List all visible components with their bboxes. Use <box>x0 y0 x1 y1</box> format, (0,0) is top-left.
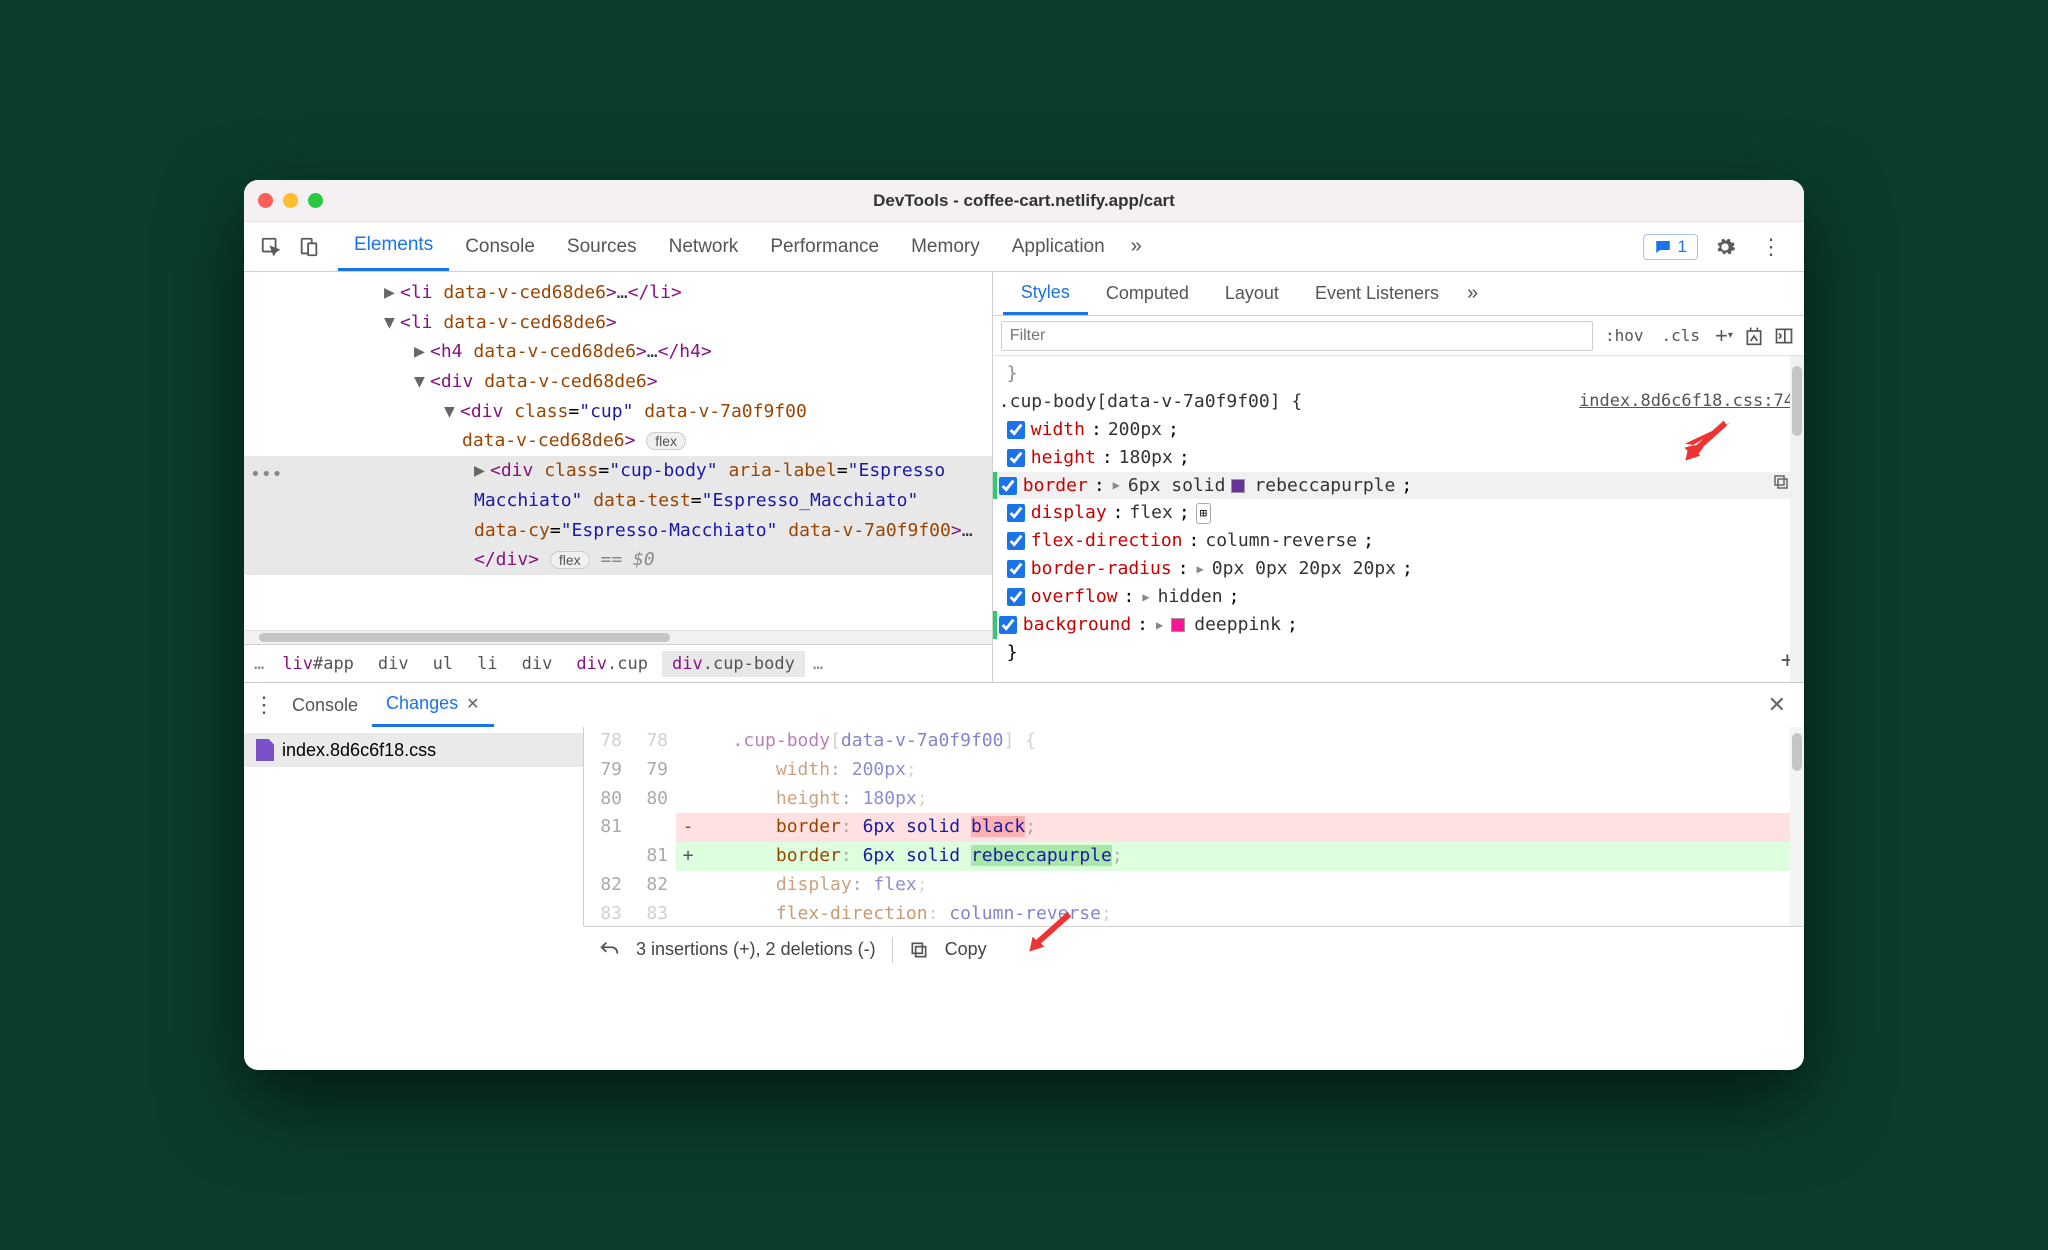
titlebar: DevTools - coffee-cart.netlify.app/cart <box>244 180 1804 222</box>
prop-toggle[interactable] <box>1007 588 1025 606</box>
copy-declaration-icon[interactable] <box>1772 472 1790 500</box>
drag-handle-icon[interactable]: ••• <box>250 460 270 490</box>
cls-toggle[interactable]: .cls <box>1655 324 1706 347</box>
rule-source-link[interactable]: index.8d6c6f18.css:74 <box>1579 388 1794 416</box>
message-icon <box>1654 238 1672 256</box>
changes-file-list: index.8d6c6f18.css <box>244 727 584 926</box>
more-styles-tabs-icon[interactable]: » <box>1457 282 1488 305</box>
flex-badge[interactable]: flex <box>550 551 590 569</box>
crumb-app[interactable]: liv#app <box>272 651 364 677</box>
prop-toggle[interactable] <box>999 477 1017 495</box>
close-tab-icon[interactable]: ✕ <box>466 694 479 714</box>
copy-icon[interactable] <box>909 940 929 960</box>
prop-toggle[interactable] <box>1007 421 1025 439</box>
diff-view[interactable]: 7878 .cup-body[data-v-7a0f9f00] { 7979 w… <box>584 727 1804 926</box>
prop-toggle[interactable] <box>1007 449 1025 467</box>
flex-badge[interactable]: flex <box>646 432 686 450</box>
rule-close: } <box>999 639 1794 667</box>
stab-layout[interactable]: Layout <box>1207 272 1297 315</box>
tab-application[interactable]: Application <box>996 222 1121 271</box>
rule-selector[interactable]: .cup-body[data-v-7a0f9f00] { <box>999 388 1302 416</box>
changes-file-item[interactable]: index.8d6c6f18.css <box>244 733 583 767</box>
drawer-menu-icon[interactable]: ⋮ <box>250 692 278 718</box>
stab-computed[interactable]: Computed <box>1088 272 1207 315</box>
tab-elements[interactable]: Elements <box>338 222 449 271</box>
breadcrumb-overflow-left[interactable]: … <box>250 654 268 674</box>
css-file-icon <box>256 739 274 761</box>
crumb-cup[interactable]: div.cup <box>566 651 658 677</box>
styles-tabs: Styles Computed Layout Event Listeners » <box>993 272 1804 316</box>
annotation-arrow-icon <box>1680 414 1734 464</box>
devtools-window: DevTools - coffee-cart.netlify.app/cart … <box>244 180 1804 1070</box>
drawer-close-icon[interactable]: ✕ <box>1756 692 1798 718</box>
tab-console[interactable]: Console <box>449 222 551 271</box>
annotation-arrow-icon <box>1024 905 1078 955</box>
crumb-cup-body[interactable]: div.cup-body <box>662 651 805 677</box>
main-toolbar: Elements Console Sources Network Perform… <box>244 222 1804 272</box>
dtab-console[interactable]: Console <box>278 683 372 727</box>
horizontal-scrollbar[interactable] <box>244 630 992 644</box>
drawer: ⋮ Console Changes ✕ ✕ index.8d6c6f18.css… <box>244 682 1804 972</box>
drawer-tabs: ⋮ Console Changes ✕ ✕ <box>244 683 1804 727</box>
prop-toggle[interactable] <box>1007 504 1025 522</box>
crumb-ul[interactable]: ul <box>423 651 463 677</box>
stab-event-listeners[interactable]: Event Listeners <box>1297 272 1457 315</box>
computed-side-icon[interactable] <box>1772 324 1796 348</box>
more-menu-icon[interactable]: ⋮ <box>1752 228 1790 266</box>
settings-gear-icon[interactable] <box>1706 228 1744 266</box>
print-media-icon[interactable] <box>1742 324 1766 348</box>
tab-performance[interactable]: Performance <box>754 222 895 271</box>
breadcrumbs: … liv#app div ul li div div.cup div.cup-… <box>244 644 992 682</box>
crumb-div2[interactable]: div <box>512 651 563 677</box>
dtab-changes[interactable]: Changes ✕ <box>372 683 493 727</box>
color-swatch-icon[interactable] <box>1231 479 1245 493</box>
color-swatch-icon[interactable] <box>1171 618 1185 632</box>
dom-tree[interactable]: ▶<li data-v-ced68de6>…</li> ▼<li data-v-… <box>244 272 992 630</box>
styles-filter-input[interactable] <box>1001 321 1593 351</box>
issues-badge[interactable]: 1 <box>1643 234 1698 260</box>
vertical-scrollbar[interactable] <box>1790 356 1804 682</box>
revert-icon[interactable] <box>598 939 620 961</box>
prop-toggle[interactable] <box>1007 532 1025 550</box>
changes-footer: 3 insertions (+), 2 deletions (-) Copy <box>584 926 1804 972</box>
selected-dom-node[interactable]: ••• ▶<div class="cup-body" aria-label="E… <box>244 456 992 575</box>
tab-memory[interactable]: Memory <box>895 222 996 271</box>
vertical-scrollbar[interactable] <box>1790 727 1804 926</box>
panel-tabs: Elements Console Sources Network Perform… <box>338 222 1643 271</box>
new-style-rule-icon[interactable]: +▾ <box>1712 324 1736 348</box>
crumb-li[interactable]: li <box>467 651 507 677</box>
tab-sources[interactable]: Sources <box>551 222 653 271</box>
styles-panel: Styles Computed Layout Event Listeners »… <box>993 272 1804 682</box>
window-title: DevTools - coffee-cart.netlify.app/cart <box>244 191 1804 211</box>
prop-toggle[interactable] <box>1007 560 1025 578</box>
prop-toggle[interactable] <box>999 616 1017 634</box>
inspect-element-icon[interactable] <box>252 228 290 266</box>
dtab-changes-label: Changes <box>386 693 458 714</box>
stab-styles[interactable]: Styles <box>1003 272 1088 315</box>
device-toggle-icon[interactable] <box>290 228 328 266</box>
copy-button[interactable]: Copy <box>945 939 987 960</box>
changes-file-name: index.8d6c6f18.css <box>282 740 436 761</box>
tab-network[interactable]: Network <box>653 222 755 271</box>
elements-panel: ▶<li data-v-ced68de6>…</li> ▼<li data-v-… <box>244 272 993 682</box>
hov-toggle[interactable]: :hov <box>1599 324 1650 347</box>
changes-summary: 3 insertions (+), 2 deletions (-) <box>636 939 876 960</box>
styles-rules[interactable]: } .cup-body[data-v-7a0f9f00] { index.8d6… <box>993 356 1804 682</box>
flex-editor-icon[interactable]: ⊞ <box>1196 503 1211 524</box>
crumb-div[interactable]: div <box>368 651 419 677</box>
breadcrumb-overflow-right[interactable]: … <box>809 654 827 674</box>
issues-count: 1 <box>1678 237 1687 257</box>
more-tabs-icon[interactable]: » <box>1121 235 1152 258</box>
styles-filter-row: :hov .cls +▾ <box>993 316 1804 356</box>
